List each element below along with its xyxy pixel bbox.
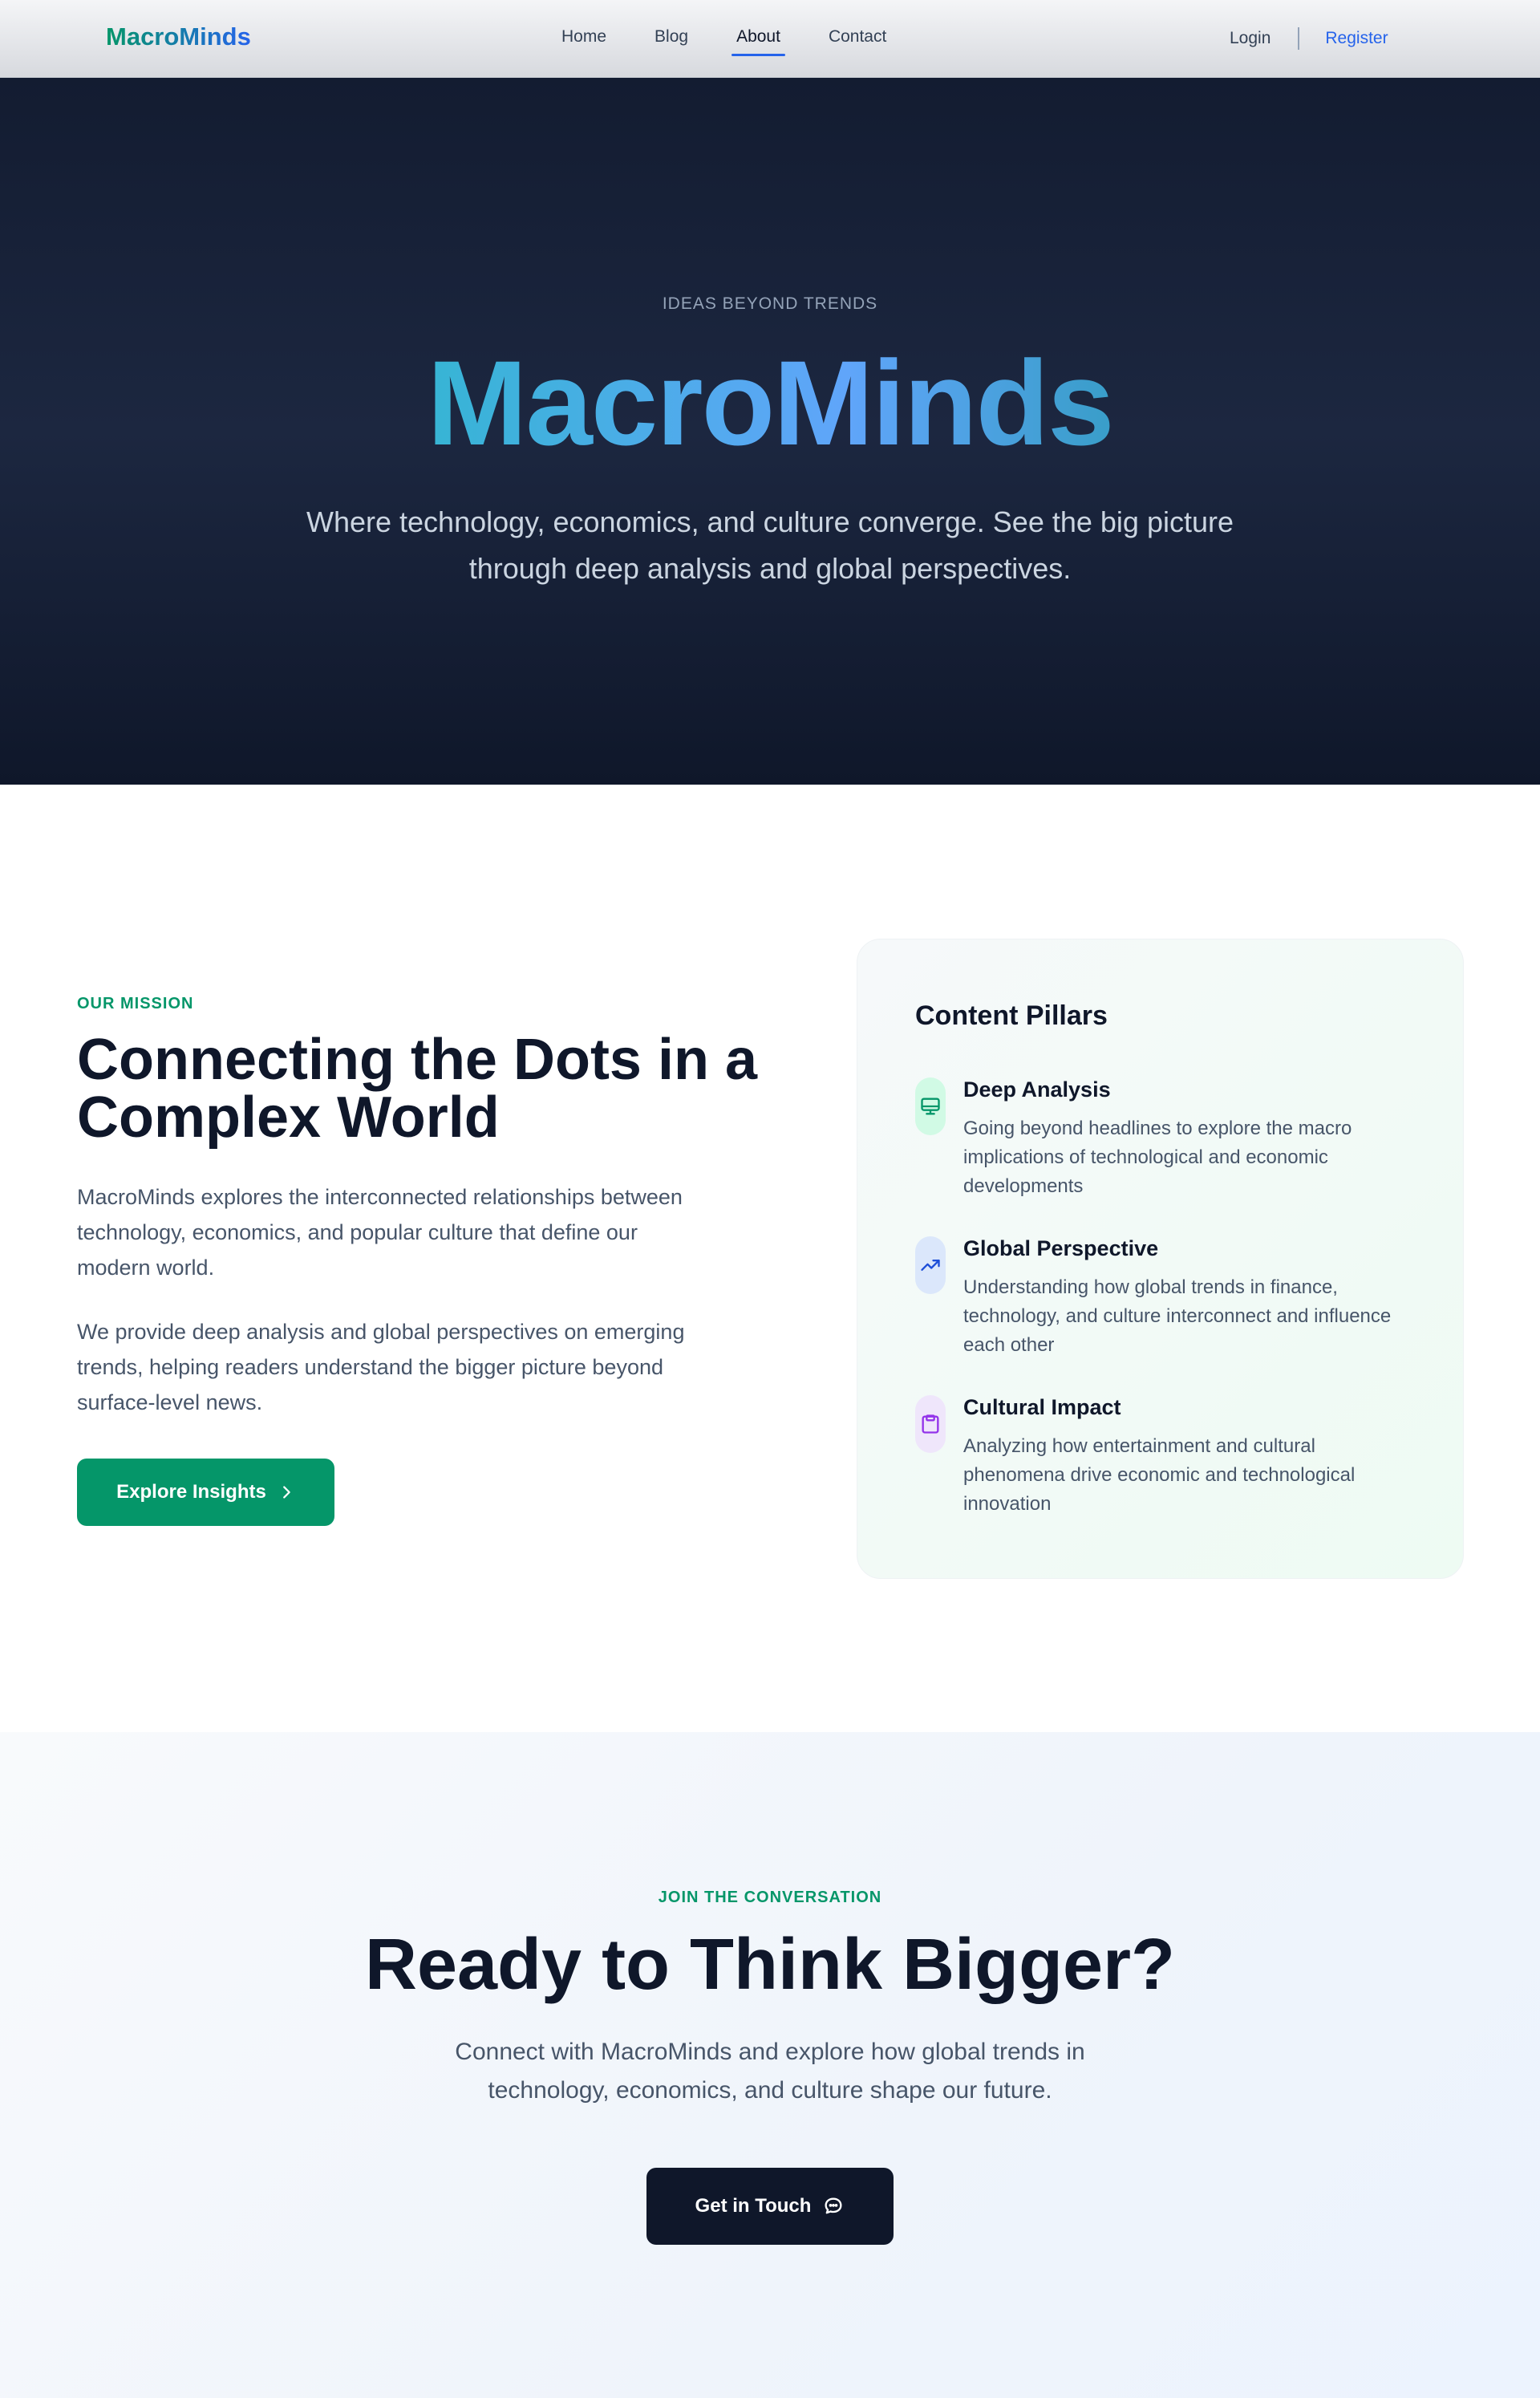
brand-logo[interactable]: MacroMinds: [106, 22, 251, 51]
pillar-icon-badge: [915, 1236, 946, 1294]
clipboard-icon: [922, 1414, 939, 1434]
explore-insights-button[interactable]: Explore Insights: [77, 1459, 334, 1526]
mission-paragraph-1: MacroMinds explores the interconnected r…: [77, 1185, 683, 1280]
nav-link-blog[interactable]: Blog: [654, 27, 688, 55]
pillar-icon-badge: [915, 1395, 946, 1453]
nav-link-contact[interactable]: Contact: [829, 27, 886, 55]
cta-title: Ready to Think Bigger?: [364, 1925, 1176, 2005]
login-link[interactable]: Login: [1230, 29, 1270, 48]
get-in-touch-button[interactable]: Get in Touch: [646, 2168, 894, 2245]
nav-link-about[interactable]: About: [732, 27, 785, 56]
pillar-name: Cultural Impact: [963, 1395, 1121, 1419]
nav-links: Home Blog About Contact: [561, 27, 934, 56]
pillar-name: Deep Analysis: [963, 1077, 1111, 1102]
cta-kicker: JOIN THE CONVERSATION: [658, 1889, 882, 1906]
get-in-touch-label: Get in Touch: [695, 2195, 812, 2217]
chevron-right-icon: [282, 1486, 290, 1499]
monitor-icon: [921, 1098, 940, 1115]
register-link[interactable]: Register: [1325, 29, 1388, 48]
cta-section: JOIN THE CONVERSATION Ready to Think Big…: [0, 1732, 1540, 2398]
content-pillars-card: Content Pillars Deep Analysis Going beyo…: [857, 939, 1464, 1579]
hero-section: IDEAS BEYOND TRENDS MacroMinds Where tec…: [0, 78, 1540, 785]
top-navigation-bar: MacroMinds Home Blog About Contact Login…: [0, 0, 1540, 78]
mission-title: Connecting the Dots in a Complex World: [77, 1028, 758, 1150]
trending-up-icon: [921, 1260, 940, 1271]
mission-paragraph-2: We provide deep analysis and global pers…: [77, 1320, 685, 1414]
pillar-icon-badge: [915, 1077, 946, 1135]
chat-bubble-icon: [825, 2197, 842, 2214]
pillar-description: Analyzing how entertainment and cultural…: [963, 1435, 1356, 1515]
pillar-description: Going beyond headlines to explore the ma…: [963, 1118, 1352, 1197]
mission-kicker: OUR MISSION: [77, 995, 194, 1012]
hero-kicker: IDEAS BEYOND TRENDS: [662, 294, 878, 313]
content-pillars-title: Content Pillars: [915, 1000, 1108, 1031]
hero-title: MacroMinds: [0, 331, 1540, 475]
cta-subtitle: Connect with MacroMinds and explore how …: [455, 2039, 1085, 2104]
explore-insights-label: Explore Insights: [116, 1481, 266, 1503]
pillar-description: Understanding how global trends in finan…: [963, 1276, 1392, 1356]
hero-subtitle: Where technology, economics, and culture…: [306, 505, 1234, 585]
pillar-name: Global Perspective: [963, 1236, 1159, 1260]
auth-links: Login Register: [1230, 27, 1388, 50]
auth-divider: [1298, 27, 1300, 50]
nav-link-home[interactable]: Home: [561, 27, 606, 55]
